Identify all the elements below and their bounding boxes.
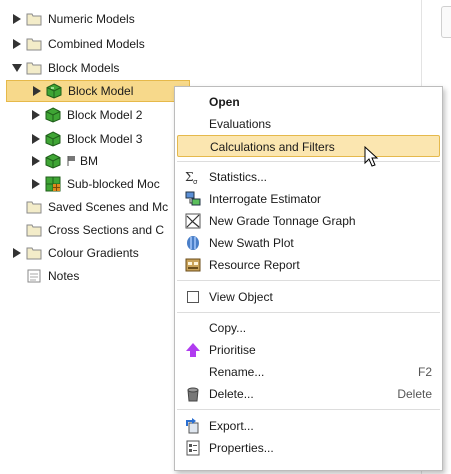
export-icon (185, 418, 201, 434)
view-object-checkbox[interactable] (187, 291, 199, 303)
menu-separator (177, 161, 440, 162)
report-icon (185, 257, 201, 273)
collapse-arrow-icon[interactable] (12, 63, 22, 73)
tree-item-notes[interactable]: Notes (26, 265, 79, 287)
folder-icon (26, 245, 42, 261)
tree-item-label: BM (80, 154, 98, 168)
expand-arrow-icon[interactable] (31, 110, 41, 120)
menu-item-prioritise[interactable]: Prioritise (177, 339, 440, 361)
menu-item-resource-report[interactable]: Resource Report (177, 254, 440, 276)
mouse-cursor-icon (364, 145, 380, 168)
tree-item-cross-sections[interactable]: Cross Sections and C (26, 219, 164, 241)
menu-item-export[interactable]: Export... (177, 415, 440, 437)
menu-item-label: Copy... (209, 321, 247, 335)
menu-item-evaluations[interactable]: Evaluations (177, 113, 440, 135)
menu-item-shortcut: F2 (417, 365, 432, 379)
tree-item-block-models[interactable]: Block Models (12, 57, 119, 79)
menu-item-delete[interactable]: Delete... Delete (177, 383, 440, 405)
menu-item-new-grade-tonnage-graph[interactable]: New Grade Tonnage Graph (177, 210, 440, 232)
menu-item-label: New Grade Tonnage Graph (209, 214, 356, 228)
expand-arrow-icon[interactable] (12, 39, 22, 49)
menu-item-label: Export... (209, 419, 254, 433)
expand-arrow-icon[interactable] (12, 248, 22, 258)
tree-item-label: Sub-blocked Moc (67, 177, 160, 191)
menu-item-label: Statistics... (209, 170, 268, 184)
menu-item-rename[interactable]: Rename... F2 (177, 361, 440, 383)
expand-arrow-icon[interactable] (12, 14, 22, 24)
menu-item-label: New Swath Plot (209, 236, 294, 250)
block-model-icon (45, 153, 61, 169)
menu-item-shortcut: Delete (397, 387, 432, 401)
menu-item-label: Delete... (209, 387, 254, 401)
tree-item-sub-blocked-model[interactable]: Sub-blocked Moc (31, 173, 160, 195)
tree-item-block-model-2[interactable]: Block Model 2 (31, 104, 142, 126)
menu-item-view-object[interactable]: View Object (177, 286, 440, 308)
interrogate-icon (185, 191, 201, 207)
folder-icon (26, 11, 42, 27)
delete-icon (185, 386, 201, 402)
menu-item-label: View Object (209, 290, 273, 304)
adjacent-panel-edge (441, 6, 451, 38)
menu-item-new-swath-plot[interactable]: New Swath Plot (177, 232, 440, 254)
menu-separator (177, 409, 440, 410)
menu-item-properties[interactable]: Properties... (177, 437, 440, 459)
expand-arrow-icon[interactable] (32, 86, 42, 96)
tree-item-label: Block Model (68, 84, 134, 98)
tree-item-label: Combined Models (48, 37, 145, 51)
menu-item-calculations-and-filters[interactable]: Calculations and Filters (177, 135, 440, 157)
menu-item-label: Properties... (209, 441, 274, 455)
menu-item-label: Prioritise (209, 343, 256, 357)
tree-item-label: Saved Scenes and Mc (48, 200, 169, 214)
tree-item-numeric-models[interactable]: Numeric Models (12, 8, 135, 30)
menu-item-label: Open (209, 95, 240, 109)
menu-item-copy[interactable]: Copy... (177, 317, 440, 339)
expand-arrow-icon[interactable] (31, 134, 41, 144)
svg-text:σ: σ (193, 178, 198, 185)
folder-icon (26, 60, 42, 76)
menu-item-statistics[interactable]: Σσ Statistics... (177, 166, 440, 188)
folder-icon (26, 222, 42, 238)
menu-item-open[interactable]: Open (177, 91, 440, 113)
menu-item-label: Calculations and Filters (210, 140, 335, 154)
tree-item-label: Block Model 3 (67, 132, 143, 146)
menu-item-label: Resource Report (209, 258, 300, 272)
tree-item-saved-scenes[interactable]: Saved Scenes and Mc (26, 196, 168, 218)
sub-blocked-model-icon (45, 176, 61, 192)
block-model-icon (46, 83, 62, 99)
menu-item-label: Rename... (209, 365, 265, 379)
properties-icon (185, 440, 201, 456)
folder-icon (26, 199, 42, 215)
block-model-icon (45, 131, 61, 147)
folder-icon (26, 36, 42, 52)
tree-item-label: Colour Gradients (48, 246, 139, 260)
menu-item-label: Evaluations (209, 117, 272, 131)
flag-icon (67, 153, 77, 169)
tree-item-bm[interactable]: BM (31, 150, 98, 172)
tree-item-label: Numeric Models (48, 12, 135, 26)
tree-item-combined-models[interactable]: Combined Models (12, 33, 145, 55)
tree-item-block-model-3[interactable]: Block Model 3 (31, 128, 142, 150)
swath-icon (185, 235, 201, 251)
tree-item-label: Block Models (48, 61, 120, 75)
notes-icon (26, 268, 42, 284)
expand-arrow-icon[interactable] (31, 156, 41, 166)
up-arrow-icon (185, 342, 201, 358)
tree-item-colour-gradients[interactable]: Colour Gradients (12, 242, 139, 264)
tree-item-label: Block Model 2 (67, 108, 143, 122)
menu-separator (177, 280, 440, 281)
expand-arrow-icon[interactable] (31, 179, 41, 189)
menu-item-interrogate-estimator[interactable]: Interrogate Estimator (177, 188, 440, 210)
menu-separator (177, 312, 440, 313)
graph-icon (185, 213, 201, 229)
context-menu: Open Evaluations Calculations and Filter… (174, 86, 443, 471)
menu-item-label: Interrogate Estimator (209, 192, 322, 206)
tree-item-block-model[interactable]: Block Model (6, 80, 190, 102)
tree-item-label: Notes (48, 269, 80, 283)
block-model-icon (45, 107, 61, 123)
statistics-icon: Σσ (185, 169, 201, 186)
tree-item-label: Cross Sections and C (48, 223, 165, 237)
